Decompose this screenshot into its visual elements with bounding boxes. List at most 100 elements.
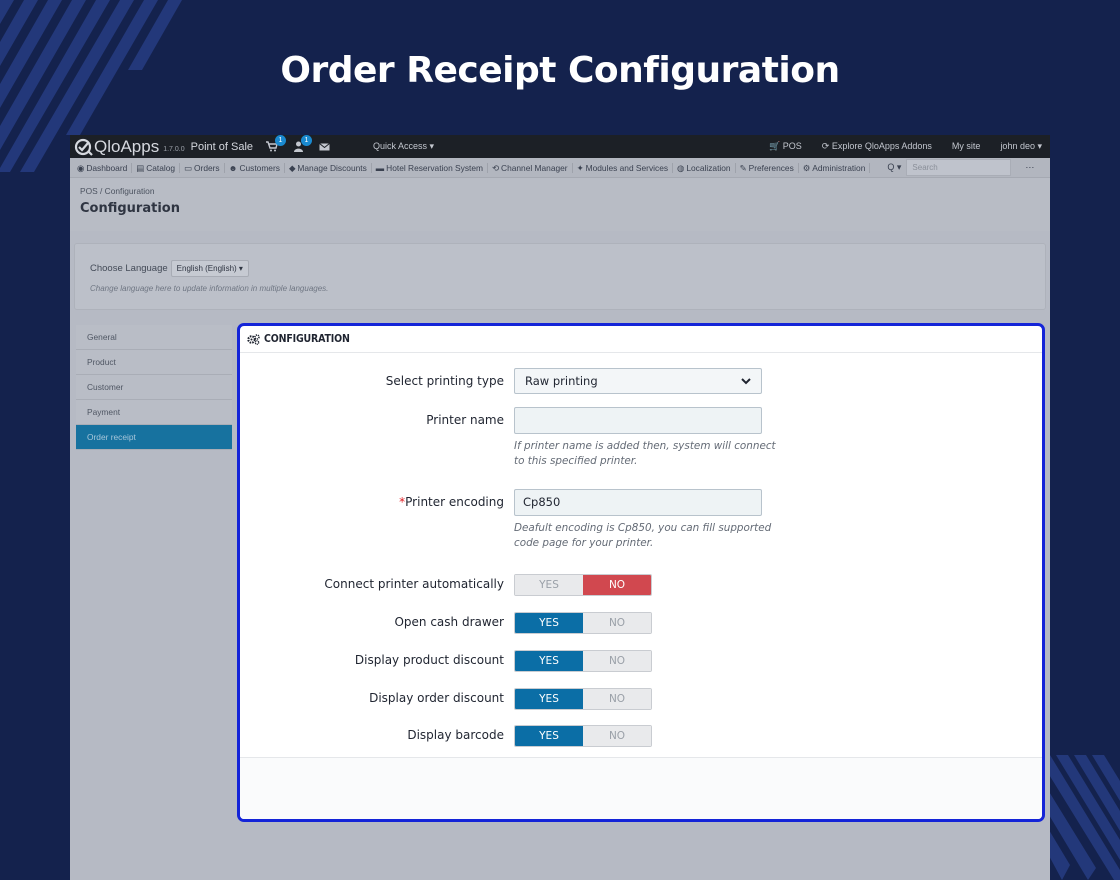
user-menu[interactable]: john deo ▾ (1000, 141, 1042, 152)
logo-text: QloApps (94, 136, 160, 156)
printing-type-label: Select printing type (385, 374, 504, 388)
printing-type-value: Raw printing (525, 374, 598, 388)
order-discount-switch[interactable]: YES NO (514, 688, 652, 710)
page-header: POS / Configuration Configuration (70, 178, 1050, 231)
chevron-down-icon (741, 377, 751, 384)
printer-encoding-help: Deafult encoding is Cp850, you can fill … (514, 522, 772, 549)
printer-name-help: If printer name is added then, system wi… (514, 440, 776, 467)
topbar-right-links: 🛒 POS ⟳ Explore QloApps Addons My site j… (769, 141, 1042, 152)
sidenav-item-order-receipt[interactable]: Order receipt (76, 425, 232, 450)
menu-item-customers[interactable]: ☻ Customers (225, 162, 285, 173)
decorative-stripes-bottom-right (1040, 755, 1120, 880)
menu-item-modules[interactable]: ✦ Modules and Services (573, 162, 674, 173)
menu-item-dashboard[interactable]: ◉ Dashboard (73, 162, 133, 173)
cogs-icon (247, 333, 260, 345)
user-badge: 1 (301, 135, 312, 146)
switch-yes-option[interactable]: YES (515, 613, 583, 633)
menu-item-administration[interactable]: ⚙ Administration (799, 162, 871, 173)
addons-link-label: Explore QloApps Addons (831, 141, 932, 151)
language-hint: Change language here to update informati… (90, 284, 329, 293)
language-row: Choose Language English (English) ▾ (90, 260, 1030, 277)
printer-encoding-label: *Printer encoding (399, 495, 504, 509)
cash-drawer-switch[interactable]: YES NO (514, 612, 652, 634)
version-label: 1.7.0.0 (163, 145, 185, 153)
menu-label: Catalog (146, 162, 176, 173)
panel-footer (240, 757, 1042, 819)
qloapps-logo[interactable]: QloApps 1.7.0.0 (74, 137, 185, 157)
switch-no-option[interactable]: NO (583, 651, 651, 671)
menu-item-localization[interactable]: ◍ Localization (673, 162, 736, 173)
sidenav-item-payment[interactable]: Payment (76, 400, 232, 425)
switch-yes-option[interactable]: YES (515, 726, 583, 746)
sidenav-item-product[interactable]: Product (76, 350, 232, 375)
printer-name-group: If printer name is added then, system wi… (514, 407, 782, 469)
addons-link[interactable]: ⟳ Explore QloApps Addons (822, 141, 932, 152)
search-input[interactable]: Search (906, 159, 1012, 176)
toggle-label: Connect printer automatically (324, 577, 504, 591)
menu-label: Localization (686, 162, 731, 173)
switch-no-option[interactable]: NO (583, 575, 651, 595)
pos-link[interactable]: 🛒 POS (769, 141, 802, 152)
toggle-label: Display barcode (407, 728, 504, 742)
page-title: Configuration (80, 201, 180, 216)
printer-encoding-label-text: Printer encoding (405, 495, 504, 509)
menu-item-channel-manager[interactable]: ⟲ Channel Manager (488, 162, 573, 173)
breadcrumb: POS / Configuration (80, 186, 155, 196)
panel-header: CONFIGURATION (240, 326, 1042, 353)
switch-no-option[interactable]: NO (583, 726, 651, 746)
switch-no-option[interactable]: NO (583, 689, 651, 709)
menu-label: Hotel Reservation System (386, 162, 483, 173)
menu-label: Administration (812, 162, 866, 173)
menu-label: Channel Manager (501, 162, 568, 173)
module-name: Point of Sale (190, 140, 253, 153)
menu-label: Orders (194, 162, 220, 173)
barcode-switch[interactable]: YES NO (514, 725, 652, 747)
configuration-panel: CONFIGURATION Select printing type Raw p… (237, 323, 1045, 822)
menu-item-orders[interactable]: ▭ Orders (180, 162, 225, 173)
menu-item-preferences[interactable]: ✎ Preferences (736, 162, 799, 173)
switch-yes-option[interactable]: YES (515, 651, 583, 671)
printer-encoding-group: Cp850 Deafult encoding is Cp850, you can… (514, 489, 782, 551)
printing-type-select[interactable]: Raw printing (514, 368, 762, 394)
more-menu-icon[interactable]: ⋯ (1025, 162, 1034, 173)
envelope-icon[interactable] (317, 140, 331, 154)
menu-search: Q ▾ Search (882, 159, 1012, 176)
switch-yes-option[interactable]: YES (515, 575, 583, 595)
cart-badge: 1 (275, 135, 286, 146)
mysite-link[interactable]: My site (952, 141, 981, 152)
pos-link-label: POS (782, 141, 802, 151)
menu-item-discounts[interactable]: ◆ Manage Discounts (285, 162, 372, 173)
main-menu: ◉ Dashboard ▤ Catalog ▭ Orders ☻ Custome… (70, 158, 1050, 178)
cart-icon[interactable]: 1 (265, 135, 286, 154)
menu-label: Customers (239, 162, 280, 173)
printer-name-input[interactable] (514, 407, 762, 434)
admin-topbar: QloApps 1.7.0.0 Point of Sale 1 1 Quick … (70, 135, 1050, 158)
sidenav-item-general[interactable]: General (76, 325, 232, 350)
panel-title: CONFIGURATION (264, 333, 350, 345)
menu-label: Modules and Services (585, 162, 669, 173)
menu-label: Manage Discounts (297, 162, 367, 173)
switch-yes-option[interactable]: YES (515, 689, 583, 709)
search-dropdown-button[interactable]: Q ▾ (882, 162, 906, 173)
connect-printer-switch[interactable]: YES NO (514, 574, 652, 596)
qloapps-logo-icon (74, 138, 93, 156)
toggle-label: Display product discount (354, 653, 504, 667)
user-icon[interactable]: 1 (291, 135, 312, 154)
printer-name-label: Printer name (426, 413, 504, 427)
page-headline: Order Receipt Configuration (280, 50, 840, 91)
menu-label: Preferences (748, 162, 794, 173)
toggle-label: Open cash drawer (394, 615, 504, 629)
toggle-label: Display order discount (369, 691, 504, 705)
quick-access-menu[interactable]: Quick Access ▾ (373, 141, 434, 152)
menu-label: Dashboard (86, 162, 128, 173)
menu-item-hotel-reservation[interactable]: ▬ Hotel Reservation System (372, 162, 488, 173)
menu-item-catalog[interactable]: ▤ Catalog (132, 162, 181, 173)
language-select[interactable]: English (English) ▾ (170, 260, 249, 277)
switch-no-option[interactable]: NO (583, 613, 651, 633)
product-discount-switch[interactable]: YES NO (514, 650, 652, 672)
printer-encoding-input[interactable]: Cp850 (514, 489, 762, 516)
sidenav-item-customer[interactable]: Customer (76, 375, 232, 400)
language-label: Choose Language (90, 263, 168, 274)
language-panel: Choose Language English (English) ▾ Chan… (74, 243, 1046, 310)
config-sidenav: General Product Customer Payment Order r… (76, 325, 232, 450)
